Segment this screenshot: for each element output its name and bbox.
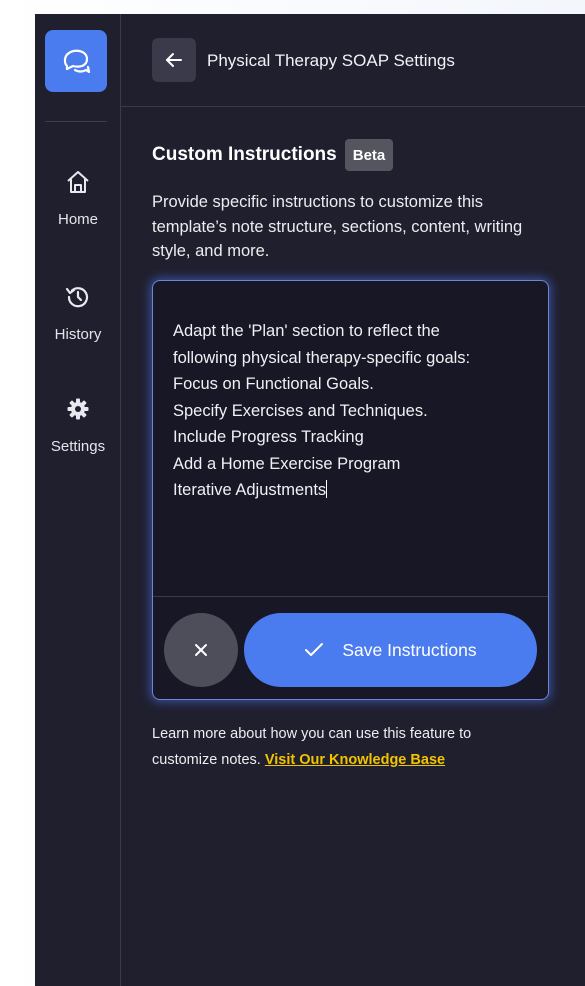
sidebar-item-label: Settings <box>50 438 106 455</box>
textarea-line-text: Iterative Adjustments <box>173 481 327 499</box>
sidebar-item-history[interactable]: History <box>35 282 121 343</box>
app-logo-button[interactable] <box>45 30 107 92</box>
section-title: Custom Instructions <box>152 144 337 165</box>
back-button[interactable] <box>152 38 196 82</box>
save-instructions-button[interactable]: Save Instructions <box>244 613 537 687</box>
header-bar: Physical Therapy SOAP Settings <box>121 14 585 107</box>
section-description: Provide specific instructions to customi… <box>152 193 523 260</box>
sidebar-item-label: History <box>54 326 102 343</box>
textarea-line: following physical therapy-specific goal… <box>173 348 471 367</box>
home-icon <box>65 167 91 197</box>
textarea-line: Include Progress Tracking <box>173 428 364 446</box>
instructions-textarea[interactable]: Adapt the 'Plan' section to reflect the … <box>153 281 548 597</box>
history-icon <box>64 282 92 312</box>
gear-icon <box>66 394 90 424</box>
help-text: Learn more about how you can use this fe… <box>152 721 532 773</box>
cancel-button[interactable] <box>164 613 238 687</box>
arrow-left-icon <box>166 53 182 67</box>
chat-bubbles-icon <box>63 49 91 74</box>
instructions-editor: Adapt the 'Plan' section to reflect the … <box>152 280 549 700</box>
save-button-label: Save Instructions <box>342 639 477 660</box>
sidebar-item-label: Home <box>57 211 98 228</box>
main-panel: Physical Therapy SOAP Settings Custom In… <box>121 14 585 986</box>
textarea-last-line: Iterative Adjustments <box>173 477 528 504</box>
knowledge-base-link[interactable]: Visit Our Knowledge Base <box>265 752 445 768</box>
textarea-line: Add a Home Exercise Program <box>173 454 401 473</box>
section-heading: Custom Instructions Beta <box>152 139 394 171</box>
beta-badge: Beta <box>344 139 394 171</box>
sidebar: Home History Settings <box>35 14 121 986</box>
textarea-line: Specify Exercises and Techniques. <box>173 401 428 420</box>
textarea-line: Focus on Functional Goals. <box>173 375 374 393</box>
text-caret <box>326 480 328 498</box>
app-window: Home History Settings Physical Therapy S… <box>35 14 585 986</box>
page-title: Physical Therapy SOAP Settings <box>207 51 455 70</box>
textarea-line: Adapt the 'Plan' section to reflect the <box>173 322 440 340</box>
check-icon <box>304 642 324 658</box>
sidebar-divider <box>45 121 107 122</box>
sidebar-item-home[interactable]: Home <box>35 167 121 228</box>
close-icon <box>195 644 207 656</box>
sidebar-item-settings[interactable]: Settings <box>35 394 121 455</box>
